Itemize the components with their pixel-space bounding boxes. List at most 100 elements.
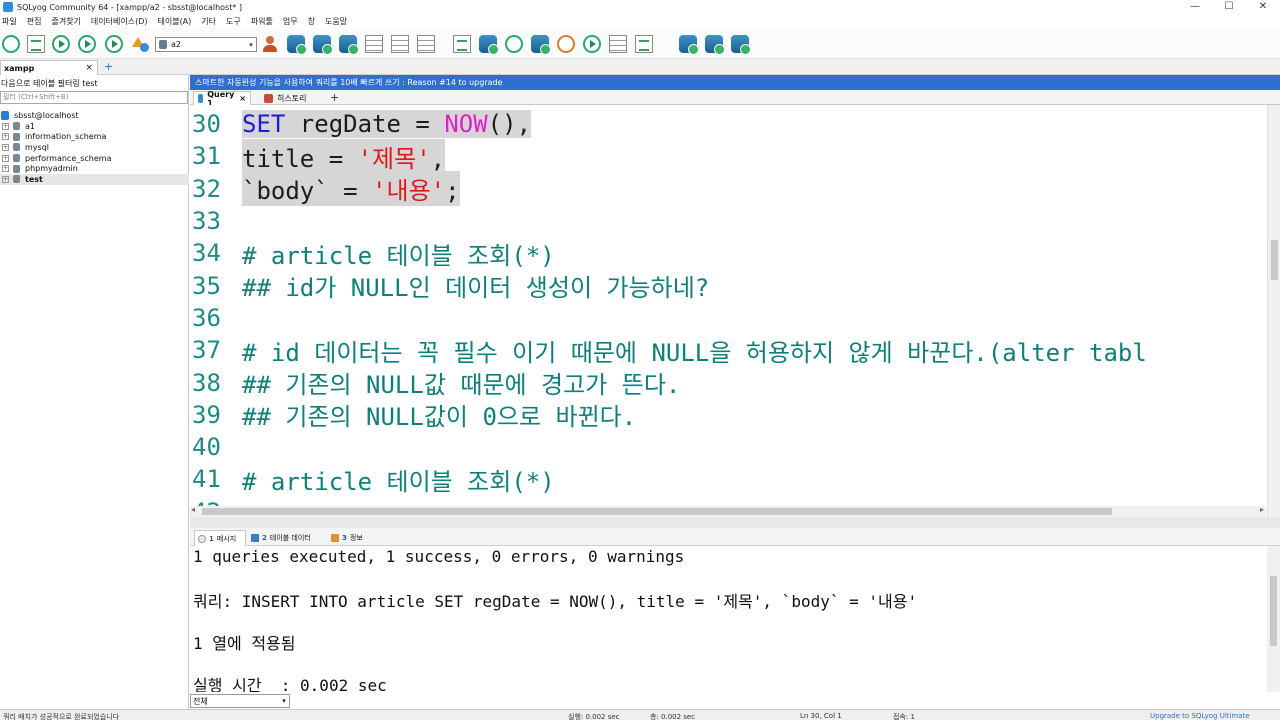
menu-database[interactable]: 데이터베이스(D) — [91, 16, 148, 27]
tree-item-information-schema[interactable]: + information_schema — [0, 132, 189, 143]
close-button[interactable]: ✕ — [1246, 0, 1280, 14]
tab-number: 3 — [342, 534, 347, 542]
menu-favorites[interactable]: 즐겨찾기 — [51, 16, 80, 27]
data-sync-icon[interactable] — [679, 35, 699, 55]
sql-editor[interactable]: 30 SET regDate = NOW(), 31 title = '제목', 32 `… — [190, 105, 1280, 517]
connect-icon[interactable] — [2, 35, 20, 53]
expand-icon[interactable]: + — [2, 165, 9, 173]
tab-history-label: 히스토리 — [277, 93, 307, 103]
menu-edit[interactable]: 편집 — [27, 16, 42, 27]
database-icon — [13, 175, 20, 184]
schema-designer-icon[interactable] — [131, 35, 149, 53]
execute-all-icon[interactable] — [78, 35, 96, 53]
copy-database-icon[interactable] — [705, 35, 725, 55]
upgrade-banner[interactable]: 스마트한 자동완성 기능을 사용하여 쿼리를 10배 빠르게 쓰기 : Reas… — [190, 75, 1280, 90]
export-database-icon[interactable] — [731, 35, 751, 55]
scrollbar-thumb[interactable] — [202, 508, 1112, 515]
connection-tab[interactable]: xampp × — [0, 60, 98, 75]
menu-transaction[interactable]: 업무 — [283, 16, 298, 27]
query-builder-icon[interactable] — [609, 35, 627, 53]
execute-query-icon[interactable] — [52, 35, 70, 53]
database-select[interactable]: a2 ▾ — [155, 37, 257, 52]
relationships-icon[interactable] — [391, 35, 409, 53]
manage-indexes-icon[interactable] — [365, 35, 383, 53]
menu-file[interactable]: 파일 — [2, 16, 17, 27]
tab-messages[interactable]: 1 메시지 — [194, 530, 246, 546]
execute-update-icon[interactable] — [105, 35, 123, 53]
restore-icon[interactable] — [531, 35, 551, 55]
minimize-button[interactable]: — — [1178, 0, 1212, 14]
expand-icon[interactable]: + — [2, 133, 9, 141]
code-line[interactable]: 34 # article 테이블 조회(*) — [190, 237, 1266, 270]
editor-horizontal-scrollbar[interactable]: ◂ ▸ — [190, 505, 1266, 517]
code-line[interactable]: 31 title = '제목', — [190, 138, 1266, 174]
line-number: 30 — [192, 110, 221, 139]
code-line[interactable]: 35 ## id가 NULL인 데이터 생성이 가능하네? — [190, 269, 1266, 303]
message-filter-value: 전체 — [193, 696, 208, 706]
menu-others[interactable]: 기타 — [201, 16, 216, 27]
editor-vertical-scrollbar[interactable] — [1267, 105, 1280, 517]
code-line[interactable]: 33 — [190, 205, 1266, 237]
tab-query-1[interactable]: Query 1 × — [193, 90, 251, 108]
tree-item-mysql[interactable]: + mysql — [0, 142, 189, 153]
upgrade-link[interactable]: Upgrade to SQLyog Ultimate — [1150, 712, 1250, 720]
expand-icon[interactable]: + — [2, 122, 9, 130]
filter-input[interactable]: 필터 (Ctrl+Shift+B) — [0, 91, 188, 104]
editor-lines: 30 SET regDate = NOW(), 31 title = '제목', 32 `… — [190, 108, 1266, 517]
tree-item-performance-schema[interactable]: + performance_schema — [0, 153, 189, 164]
add-connection-button[interactable]: + — [104, 60, 113, 73]
scrollbar-thumb[interactable] — [1270, 576, 1277, 646]
expand-icon[interactable]: + — [2, 143, 9, 151]
tab-info[interactable]: 3 정보 — [328, 530, 368, 546]
user-manager-icon[interactable] — [261, 35, 279, 53]
table-diagnostics-icon[interactable] — [417, 35, 435, 53]
tab-number: 2 — [262, 534, 267, 542]
scheduler-icon[interactable] — [557, 35, 575, 53]
message-filter-select[interactable]: 전체 ▾ — [190, 694, 290, 708]
menu-help[interactable]: 도움말 — [325, 16, 347, 27]
code-token: # article 테이블 조회(*) — [242, 467, 555, 496]
code-line[interactable]: 36 — [190, 302, 1266, 334]
scroll-right-icon[interactable]: ▸ — [1260, 505, 1264, 514]
code-line[interactable]: 41 # article 테이블 조회(*) — [190, 463, 1266, 496]
schema-sync-icon[interactable] — [635, 35, 653, 53]
menu-window[interactable]: 창 — [308, 16, 315, 27]
menu-tools[interactable]: 도구 — [226, 16, 241, 27]
scroll-left-icon[interactable]: ◂ — [191, 505, 195, 514]
pane-splitter[interactable] — [190, 517, 1280, 528]
code-line[interactable]: 30 SET regDate = NOW(), — [190, 108, 1266, 140]
tab-history[interactable]: 히스토리 — [260, 91, 320, 105]
code-line[interactable]: 38 ## 기존의 NULL값 때문에 경고가 뜬다. — [190, 366, 1266, 400]
messages-vertical-scrollbar[interactable] — [1267, 546, 1280, 692]
expand-icon[interactable]: + — [2, 175, 9, 183]
code-line[interactable]: 37 # id 데이터는 꼭 필수 이기 때문에 NULL을 허용하지 않게 바꾼… — [190, 334, 1266, 367]
add-query-tab-button[interactable]: + — [330, 90, 339, 105]
scrollbar-thumb[interactable] — [1271, 240, 1278, 280]
create-table-icon[interactable] — [313, 35, 333, 55]
new-connection-icon[interactable] — [27, 35, 45, 53]
messages-panel[interactable]: 1 queries executed, 1 success, 0 errors,… — [190, 546, 1280, 692]
code-line[interactable]: 32 `body` = '내용'; — [190, 171, 1266, 207]
code-line[interactable]: 39 ## 기존의 NULL값이 0으로 바뀐다. — [190, 399, 1266, 432]
code-token: , — [430, 144, 446, 173]
create-database-icon[interactable] — [287, 35, 307, 55]
new-query-icon[interactable] — [583, 35, 601, 53]
tree-item-a1[interactable]: + a1 — [0, 121, 189, 132]
refresh-icon[interactable] — [505, 35, 523, 53]
import-sql-icon[interactable] — [453, 35, 471, 53]
maximize-button[interactable]: ☐ — [1212, 0, 1246, 14]
tree-root[interactable]: sbsst@localhost — [0, 110, 189, 121]
tab-table-data[interactable]: 2 테이블 데이터 — [248, 530, 324, 546]
tree-item-phpmyadmin[interactable]: + phpmyadmin — [0, 163, 189, 174]
app-icon — [3, 2, 13, 12]
menu-table[interactable]: 테이블(A) — [157, 16, 191, 27]
alter-table-icon[interactable] — [339, 35, 359, 55]
close-icon[interactable]: × — [85, 63, 93, 73]
backup-database-icon[interactable] — [479, 35, 499, 55]
expand-icon[interactable]: + — [2, 154, 9, 162]
tree-item-test[interactable]: + test — [0, 173, 189, 185]
close-icon[interactable]: × — [239, 94, 246, 103]
menu-powertools[interactable]: 파워툴 — [251, 16, 273, 27]
tab-messages-label: 메시지 — [216, 534, 237, 543]
code-line[interactable]: 40 — [190, 431, 1266, 463]
